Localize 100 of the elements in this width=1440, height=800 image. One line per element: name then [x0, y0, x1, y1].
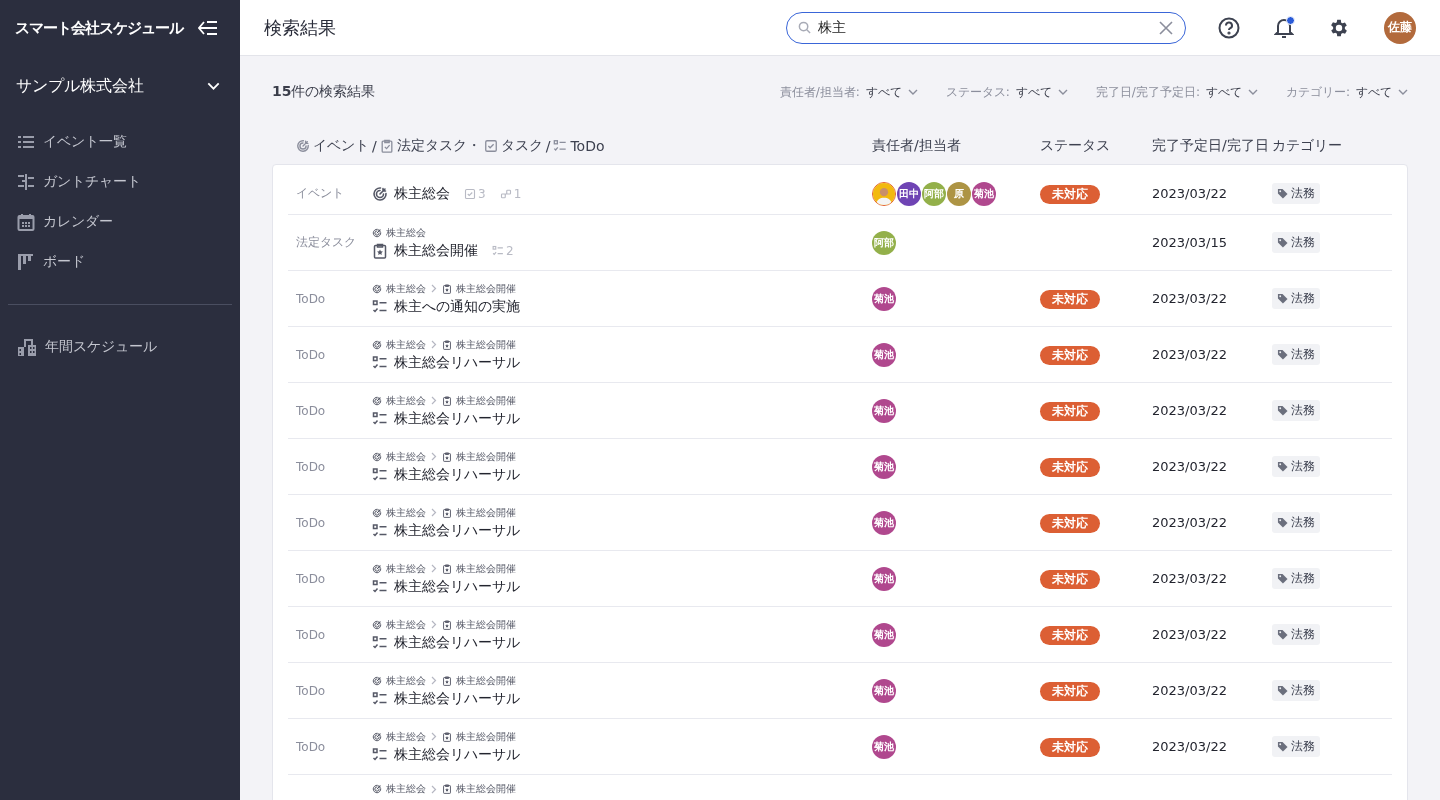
item-type: ToDo — [296, 739, 327, 754]
due-date: 2023/03/22 — [1152, 571, 1228, 586]
tag-icon — [1277, 293, 1288, 304]
item-title[interactable]: 株主総会開催 — [394, 241, 478, 260]
assignee-avatar: 菊池 — [872, 398, 896, 423]
calendar-icon — [17, 213, 35, 231]
category-tag: 法務 — [1272, 232, 1320, 253]
sidebar-item[interactable]: イベント一覧 — [0, 122, 240, 162]
assignee-avatar: 菊池 — [872, 454, 896, 479]
breadcrumb-link[interactable]: 株主総会 — [386, 673, 426, 688]
breadcrumb-link[interactable]: 株主総会開催 — [456, 782, 516, 796]
item-type: ToDo — [296, 627, 327, 642]
checklist-icon — [372, 522, 388, 539]
category-tag: 法務 — [1272, 288, 1320, 309]
breadcrumb-link[interactable]: 株主総会開催 — [456, 561, 516, 576]
filter-dropdown[interactable]: 完了日/完了予定日: すべて — [1095, 83, 1258, 101]
sidebar-item[interactable]: 年間スケジュール — [0, 327, 240, 367]
search-field[interactable]: 株主 — [786, 11, 1186, 44]
assignee-avatar: 菊池 — [872, 734, 896, 759]
clear-icon[interactable] — [1159, 20, 1173, 35]
assignee-avatar: 菊池 — [872, 286, 896, 311]
breadcrumb-link[interactable]: 株主総会開催 — [456, 281, 516, 296]
item-title[interactable]: 株主総会リハーサル — [394, 521, 520, 540]
filter-dropdown[interactable]: カテゴリー: すべて — [1285, 83, 1408, 101]
breadcrumb-link[interactable]: 株主総会 — [386, 449, 426, 464]
item-title[interactable]: 株主への通知の実施 — [394, 297, 520, 316]
item-title[interactable]: 株主総会 — [394, 184, 450, 203]
item-title[interactable]: 株主総会リハーサル — [394, 353, 520, 372]
breadcrumb-link[interactable]: 株主総会 — [386, 281, 426, 296]
status-badge: 未対応 — [1040, 402, 1100, 421]
assignee-avatar: 菊池 — [872, 678, 896, 703]
user-avatar[interactable]: 佐藤 — [1384, 11, 1416, 44]
notification-button[interactable] — [1274, 16, 1294, 39]
category-tag: 法務 — [1272, 183, 1320, 204]
status-badge: 未対応 — [1040, 626, 1100, 645]
chevron-right-icon — [431, 676, 437, 685]
building-icon — [17, 337, 37, 357]
tag-icon — [1277, 237, 1288, 248]
breadcrumb-link[interactable]: 株主総会 — [386, 729, 426, 744]
column-header: 完了予定日/完了日 — [1152, 137, 1270, 155]
target-icon — [372, 563, 382, 574]
breadcrumb-link[interactable]: 株主総会 — [386, 617, 426, 632]
sidebar-item[interactable]: ガントチャート — [0, 162, 240, 202]
checklist-icon — [372, 690, 388, 707]
category-tag: 法務 — [1272, 624, 1320, 645]
filter-dropdown[interactable]: 責任者/担当者: すべて — [779, 83, 918, 101]
chevron-right-icon — [431, 284, 437, 293]
filter-dropdown[interactable]: ステータス: すべて — [945, 83, 1068, 101]
sidebar-item[interactable]: カレンダー — [0, 202, 240, 242]
breadcrumb-link[interactable]: 株主総会開催 — [456, 617, 516, 632]
item-title[interactable]: 株主総会リハーサル — [394, 633, 520, 652]
collapse-sidebar-button[interactable] — [198, 21, 218, 35]
column-header: 責任者/担当者 — [872, 137, 962, 155]
collapse-icon — [198, 21, 218, 35]
breadcrumb-link[interactable]: 株主総会開催 — [456, 729, 516, 744]
tag-icon — [1277, 741, 1288, 752]
category-tag: 法務 — [1272, 400, 1320, 421]
target-icon — [372, 451, 382, 462]
count-label: 3 — [478, 186, 486, 201]
tag-icon — [1277, 685, 1288, 696]
status-badge: 未対応 — [1040, 682, 1100, 701]
sidebar-item[interactable]: ボード — [0, 242, 240, 282]
chevron-right-icon — [431, 564, 437, 573]
item-title[interactable]: 株主総会リハーサル — [394, 745, 520, 764]
tag-icon — [1277, 188, 1288, 199]
item-title[interactable]: 株主総会リハーサル — [394, 577, 520, 596]
breadcrumb-link[interactable]: 株主総会開催 — [456, 673, 516, 688]
breadcrumb-link[interactable]: 株主総会 — [386, 337, 426, 352]
category-tag: 法務 — [1272, 512, 1320, 533]
breadcrumb-link[interactable]: 株主総会開催 — [456, 449, 516, 464]
checklist-icon — [492, 244, 504, 257]
item-type: ToDo — [296, 291, 327, 306]
result-count: 15件の検索結果 — [272, 83, 377, 101]
item-title[interactable]: 株主総会リハーサル — [394, 409, 520, 428]
breadcrumb-link[interactable]: 株主総会開催 — [456, 393, 516, 408]
item-title[interactable]: 株主総会リハーサル — [394, 465, 520, 484]
target-icon — [372, 619, 382, 630]
breadcrumb-link[interactable]: 株主総会 — [386, 505, 426, 520]
target-icon — [372, 731, 382, 742]
checklist-icon — [372, 746, 388, 763]
item-title[interactable]: 株主総会リハーサル — [394, 689, 520, 708]
count-label: 2 — [506, 243, 514, 258]
target-icon — [372, 784, 382, 794]
column-header: / — [545, 138, 551, 154]
chevron-down-icon — [1398, 89, 1408, 95]
breadcrumb-link[interactable]: 株主総会 — [386, 782, 426, 796]
company-selector[interactable]: サンプル株式会社 — [0, 64, 240, 108]
target-icon — [372, 507, 382, 518]
checklist-icon — [372, 634, 388, 651]
breadcrumb-link[interactable]: 株主総会開催 — [456, 505, 516, 520]
breadcrumb-link[interactable]: 株主総会 — [386, 393, 426, 408]
breadcrumb-link[interactable]: 株主総会開催 — [456, 337, 516, 352]
item-type: ToDo — [296, 683, 327, 698]
checklist-icon — [372, 410, 388, 427]
target-icon — [372, 675, 382, 686]
breadcrumb-link[interactable]: 株主総会 — [386, 561, 426, 576]
chevron-right-icon — [431, 396, 437, 405]
help-button[interactable] — [1218, 16, 1240, 39]
target-icon — [372, 339, 382, 350]
breadcrumb-link[interactable]: 株主総会 — [386, 225, 426, 240]
